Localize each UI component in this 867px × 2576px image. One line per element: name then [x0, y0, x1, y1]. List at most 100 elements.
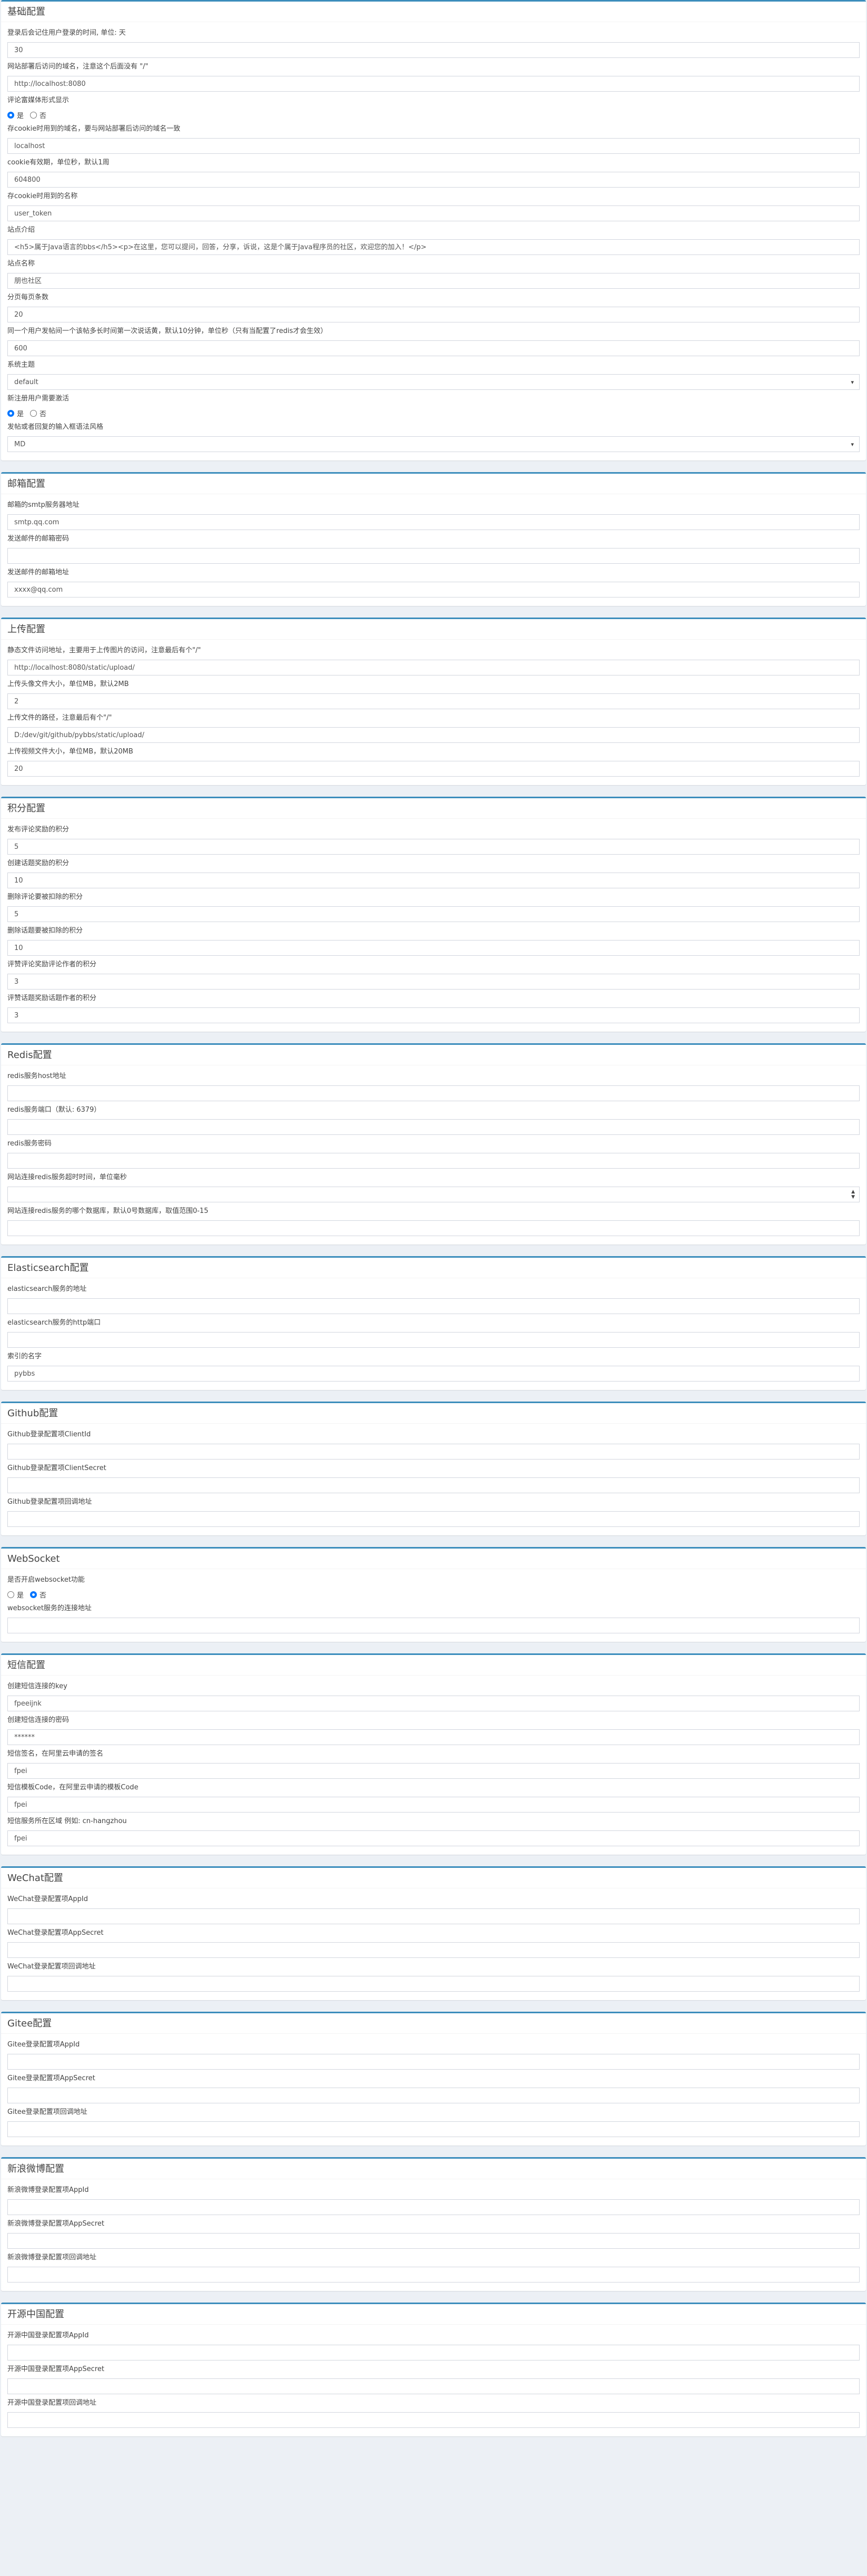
form-group: WeChat登录配置项AppId: [7, 1894, 860, 1924]
form-group: redis服务host地址: [7, 1071, 860, 1101]
email-address-input[interactable]: xxxx@qq.com: [7, 582, 860, 598]
redis-database-label: 网站连接redis服务的哪个数据库，默认0号数据库，取值范围0-15: [7, 1207, 209, 1215]
sms-template-input[interactable]: fpei: [7, 1797, 860, 1813]
form-group: 同一个用户发帖间一个该帖多长时间第一次说话黄，默认10分钟，单位秒（只有当配置了…: [7, 326, 860, 356]
form-group: 上传头像文件大小，单位MB，默认2MB 2: [7, 679, 860, 709]
settings-page: 基础配置 登录后会记住用户登录的时间, 单位: 天 30 网站部署后访问的域名，…: [0, 0, 867, 2576]
rich-comment-yes-radio[interactable]: 是: [7, 110, 24, 120]
up-topic-score-input[interactable]: 3: [7, 1007, 860, 1023]
redis-port-label: redis服务端口（默认: 6379）: [7, 1106, 101, 1114]
cookie-max-age-input[interactable]: 604800: [7, 172, 860, 188]
sms-sign-input[interactable]: fpei: [7, 1763, 860, 1779]
form-group: 邮箱的smtp服务器地址 smtp.qq.com: [7, 499, 860, 530]
sms-sign-label: 短信签名，在阿里云申请的签名: [7, 1750, 104, 1758]
user-activation-radio-group: 是 否: [7, 408, 860, 418]
topic-score-input[interactable]: 10: [7, 873, 860, 888]
up-comment-score-input[interactable]: 3: [7, 974, 860, 990]
form-group: 评赞评论奖励评论作者的积分 3: [7, 959, 860, 990]
editor-style-select[interactable]: MD ▾: [7, 436, 860, 452]
form-group: 短信签名，在阿里云申请的签名 fpei: [7, 1748, 860, 1779]
weibo-app-id-input[interactable]: [7, 2199, 860, 2215]
form-group: WeChat登录配置项AppSecret: [7, 1927, 860, 1958]
redis-host-input[interactable]: [7, 1085, 860, 1101]
gitee-app-secret-label: Gitee登录配置项AppSecret: [7, 2074, 95, 2082]
weibo-app-secret-input[interactable]: [7, 2233, 860, 2249]
form-group: 发布评论奖励的积分 5: [7, 824, 860, 855]
gitee-app-id-input[interactable]: [7, 2054, 860, 2070]
wechat-app-secret-input[interactable]: [7, 1942, 860, 1958]
radio-unchecked-icon: [30, 409, 37, 417]
user-activation-label: 新注册用户需要激活: [7, 395, 70, 403]
site-intro-input[interactable]: <h5>属于Java语言的bbs</h5><p>在这里，您可以提问，回答，分享，…: [7, 239, 860, 255]
websocket-url-input[interactable]: [7, 1618, 860, 1633]
redis-database-input[interactable]: [7, 1220, 860, 1236]
form-group: 短信服务所在区域 例如: cn-hangzhou fpei: [7, 1816, 860, 1846]
wechat-callback-input[interactable]: [7, 1976, 860, 1992]
form-group: 开源中国登录配置项AppId: [7, 2330, 860, 2360]
weibo-app-id-label: 新浪微博登录配置项AppId: [7, 2186, 89, 2194]
es-index-input[interactable]: pybbs: [7, 1366, 860, 1382]
gitee-app-secret-input[interactable]: [7, 2088, 860, 2103]
user-activation-yes-radio[interactable]: 是: [7, 408, 24, 418]
base-url-input[interactable]: http://localhost:8080: [7, 76, 860, 92]
theme-select[interactable]: default ▾: [7, 374, 860, 390]
cookie-name-input[interactable]: user_token: [7, 205, 860, 221]
websocket-no-radio[interactable]: 否: [30, 1590, 46, 1600]
box-header: 开源中国配置: [1, 2304, 866, 2325]
site-name-input[interactable]: 朋也社区: [7, 273, 860, 289]
gitee-callback-label: Gitee登录配置项回调地址: [7, 2108, 87, 2116]
gitee-callback-input[interactable]: [7, 2121, 860, 2137]
form-group: 登录后会记住用户登录的时间, 单位: 天 30: [7, 27, 860, 58]
form-group: 创建话题奖励的积分 10: [7, 858, 860, 888]
smtp-host-input[interactable]: smtp.qq.com: [7, 514, 860, 530]
spinner-arrows-icon[interactable]: ▲ ▼: [851, 1189, 855, 1200]
sms-key-input[interactable]: fpeeijnk: [7, 1696, 860, 1711]
sms-region-input[interactable]: fpei: [7, 1830, 860, 1846]
github-client-id-input[interactable]: [7, 1444, 860, 1460]
delete-comment-score-input[interactable]: 5: [7, 906, 860, 922]
box-body: 邮箱的smtp服务器地址 smtp.qq.com 发送邮件的邮箱密码 发送邮件的…: [1, 494, 866, 606]
oschina-app-id-input[interactable]: [7, 2345, 860, 2360]
post-interval-input[interactable]: 600: [7, 340, 860, 356]
sms-region-label: 短信服务所在区域 例如: cn-hangzhou: [7, 1817, 127, 1825]
page-size-input[interactable]: 20: [7, 307, 860, 322]
box-header: Redis配置: [1, 1045, 866, 1065]
video-size-input[interactable]: 20: [7, 761, 860, 777]
github-client-secret-input[interactable]: [7, 1477, 860, 1493]
es-host-input[interactable]: [7, 1298, 860, 1314]
delete-topic-score-input[interactable]: 10: [7, 940, 860, 956]
github-callback-input[interactable]: [7, 1511, 860, 1527]
oschina-callback-input[interactable]: [7, 2412, 860, 2428]
cookie-max-age-days-input[interactable]: 30: [7, 42, 860, 58]
comment-score-input[interactable]: 5: [7, 839, 860, 855]
websocket-yes-radio[interactable]: 是: [7, 1590, 24, 1600]
redis-timeout-input[interactable]: ▲ ▼: [7, 1187, 860, 1202]
oschina-app-secret-input[interactable]: [7, 2378, 860, 2394]
wechat-app-id-input[interactable]: [7, 1908, 860, 1924]
sms-secret-input[interactable]: ******: [7, 1729, 860, 1745]
cookie-domain-input[interactable]: localhost: [7, 138, 860, 154]
sms-template-label: 短信模板Code，在阿里云申请的模板Code: [7, 1784, 139, 1791]
upload-path-input[interactable]: D:/dev/git/github/pybbs/static/upload/: [7, 727, 860, 743]
form-group: redis服务端口（默认: 6379）: [7, 1104, 860, 1135]
box-title: 开源中国配置: [7, 2309, 64, 2320]
redis-password-input[interactable]: [7, 1153, 860, 1169]
weibo-callback-input[interactable]: [7, 2267, 860, 2283]
rich-comment-no-radio[interactable]: 否: [30, 110, 46, 120]
select-value: default: [14, 378, 38, 386]
box-title: Gitee配置: [7, 2018, 52, 2029]
avatar-size-input[interactable]: 2: [7, 693, 860, 709]
form-group: 发送邮件的邮箱地址 xxxx@qq.com: [7, 567, 860, 598]
base-url-label: 网站部署后访问的域名，注意这个后面没有 "/": [7, 63, 149, 71]
user-activation-no-radio[interactable]: 否: [30, 408, 46, 418]
box-body: 新浪微博登录配置项AppId 新浪微博登录配置项AppSecret 新浪微博登录…: [1, 2179, 866, 2291]
es-port-input[interactable]: [7, 1332, 860, 1348]
redis-config-box: Redis配置 redis服务host地址 redis服务端口（默认: 6379…: [1, 1043, 866, 1245]
static-url-input[interactable]: http://localhost:8080/static/upload/: [7, 660, 860, 675]
redis-port-input[interactable]: [7, 1119, 860, 1135]
form-group: 开源中国登录配置项AppSecret: [7, 2364, 860, 2394]
es-host-label: elasticsearch服务的地址: [7, 1285, 87, 1293]
email-password-input[interactable]: [7, 548, 860, 564]
form-group: Gitee登录配置项AppSecret: [7, 2073, 860, 2103]
github-client-id-label: Github登录配置项ClientId: [7, 1431, 91, 1438]
